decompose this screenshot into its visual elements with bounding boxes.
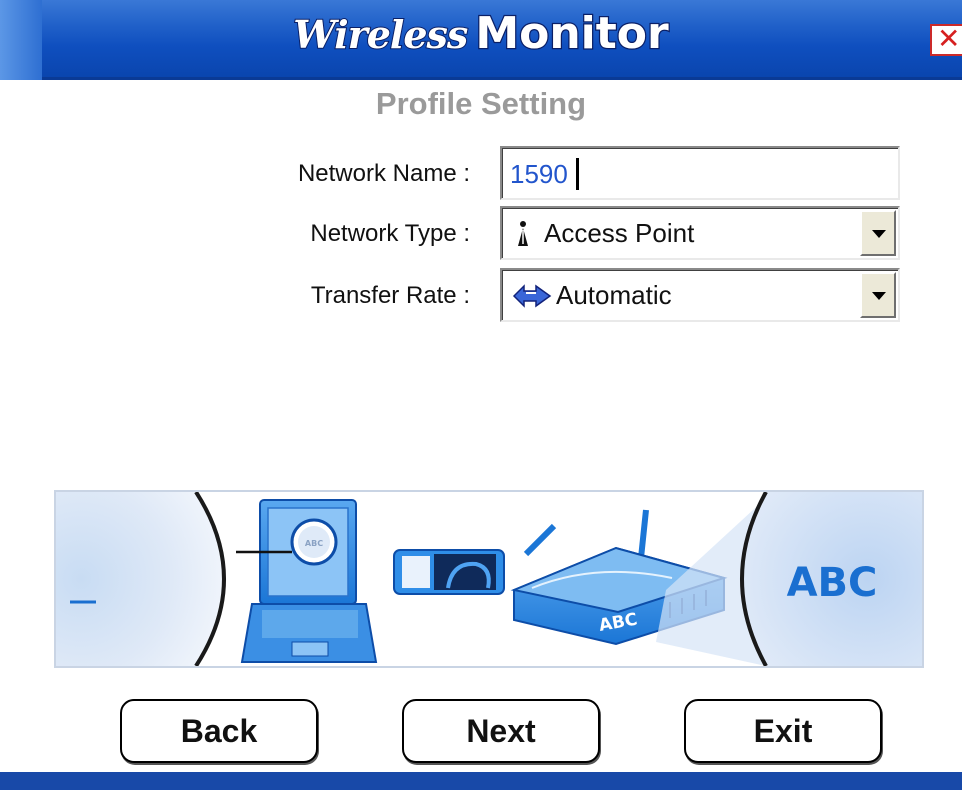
next-button[interactable]: Next: [402, 699, 600, 763]
svg-text:ABC: ABC: [305, 539, 323, 548]
double-arrow-icon: [512, 283, 552, 308]
wireless-monitor-window: Wireless Monitor ✕ Profile Setting Networ…: [0, 0, 962, 790]
close-icon[interactable]: ✕: [930, 24, 962, 56]
transfer-rate-label: Transfer Rate :: [310, 282, 470, 309]
section-title: Profile Setting: [375, 86, 587, 121]
transfer-rate-value: Automatic: [556, 280, 672, 310]
left-lens: [56, 492, 224, 666]
network-type-label: Network Type :: [310, 220, 470, 247]
window-title-script: Wireless: [292, 11, 469, 58]
network-type-value: Access Point: [544, 218, 695, 248]
exit-button[interactable]: Exit: [684, 699, 882, 763]
title-bar[interactable]: Wireless Monitor ✕: [0, 0, 962, 80]
laptop-illustration: ABC: [236, 499, 378, 663]
network-name-input[interactable]: [510, 156, 870, 192]
window-title-main: Monitor: [474, 7, 670, 61]
network-name-field[interactable]: [500, 146, 900, 200]
transfer-rate-dropdown-button[interactable]: [860, 272, 896, 318]
transfer-rate-select[interactable]: Automatic: [500, 268, 900, 322]
window-bottom-border: [0, 772, 962, 790]
banner-graphic: ABC ABC ABC: [56, 492, 922, 666]
back-button[interactable]: Back: [120, 699, 318, 763]
banner-illustration: ABC ABC ABC: [54, 490, 924, 668]
transfer-rate-selected: Automatic: [512, 280, 672, 311]
pc-card-illustration: [393, 549, 505, 595]
access-point-icon: [518, 220, 528, 246]
network-type-dropdown-button[interactable]: [860, 210, 896, 256]
network-name-label: Network Name :: [297, 160, 470, 187]
network-type-select[interactable]: Access Point: [500, 206, 900, 260]
banner-abc-text: ABC: [787, 560, 878, 606]
text-caret: [576, 158, 579, 190]
window-title: Wireless Monitor: [0, 7, 962, 61]
network-type-selected: Access Point: [516, 218, 694, 249]
